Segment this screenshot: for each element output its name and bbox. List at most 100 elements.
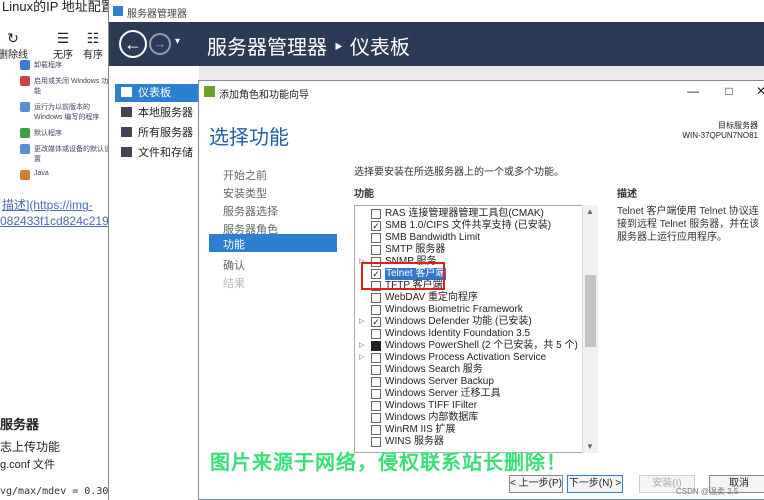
feature-checkbox[interactable]	[371, 209, 381, 219]
section-heading: 服务器	[0, 417, 40, 432]
image-link[interactable]: 描述](https://img-	[2, 196, 93, 213]
feature-item[interactable]: WebDAV 重定向程序	[355, 292, 583, 304]
program-icon	[20, 76, 30, 86]
list-item[interactable]: 启用或关闭 Windows 功能	[20, 76, 112, 96]
wizard-heading: 选择功能	[209, 127, 289, 149]
list-item[interactable]: 默认程序	[20, 128, 112, 138]
wizard-step[interactable]: 安装类型	[223, 185, 267, 201]
server-manager-titlebar: 服务器管理器	[109, 0, 764, 22]
feature-item[interactable]: ▷ Windows Process Activation Service	[355, 352, 583, 364]
image-link-2[interactable]: 082433f1cd824c2191	[0, 214, 112, 228]
expand-icon[interactable]: ▷	[359, 316, 364, 328]
program-icon	[20, 60, 30, 70]
list-item[interactable]: 更改媒体或设备的默认设置	[20, 144, 112, 164]
feature-item[interactable]: Windows Biometric Framework	[355, 304, 583, 316]
wizard-titlebar: 添加角色和功能向导	[199, 81, 764, 103]
browser-panel: Linux的IP 地址配置 ↻ 删除线 ☰ 无序 ☷ 有序 卸载程序 启用或关闭 Win…	[0, 0, 112, 500]
server-manager-sidebar: 仪表板本地服务器所有服务器文件和存储	[109, 66, 199, 500]
list-item[interactable]: 运行为以前版本的 Windows 编写的程序	[20, 102, 112, 122]
add-roles-wizard: 添加角色和功能向导 — □ ✕ 选择功能 目标服务器 WIN-37QPUN7NO…	[198, 80, 764, 500]
feature-checkbox[interactable]	[371, 413, 381, 423]
feature-item[interactable]: SMB Bandwidth Limit	[355, 232, 583, 244]
program-icon	[20, 102, 30, 112]
feature-checkbox[interactable]	[371, 245, 381, 255]
strikethrough-button[interactable]: ↻ 删除线	[0, 30, 30, 61]
feature-checkbox[interactable]	[371, 305, 381, 315]
wizard-step[interactable]: 功能	[209, 234, 337, 252]
feature-item[interactable]: ▷ ✓ Windows Defender 功能 (已安装)	[355, 316, 583, 328]
feature-item[interactable]: Windows 内部数据库	[355, 412, 583, 424]
restore-icon: ↻	[7, 30, 19, 46]
control-panel-list: 卸载程序启用或关闭 Windows 功能 运行为以前版本的 Windows 编写的…	[20, 60, 112, 186]
scroll-up-icon[interactable]: ▲	[586, 207, 594, 216]
arrow-right-icon: →	[153, 36, 167, 51]
feature-checkbox[interactable]	[371, 353, 381, 363]
maximize-button[interactable]: □	[721, 84, 737, 98]
back-button[interactable]: ←	[119, 30, 147, 58]
target-server-name: WIN-37QPUN7NO81	[682, 131, 758, 140]
list-item[interactable]: Java	[20, 170, 112, 180]
feature-checkbox[interactable]	[371, 389, 381, 399]
feature-checkbox[interactable]	[371, 329, 381, 339]
list-icon: ☰	[56, 30, 70, 46]
body-text: g.conf 文件	[0, 459, 56, 471]
program-icon	[20, 144, 30, 154]
scroll-down-icon[interactable]: ▼	[586, 442, 594, 451]
feature-item[interactable]: RAS 连接管理器管理工具包(CMAK)	[355, 208, 583, 220]
feature-item[interactable]: ▷ Windows PowerShell (2 个已安装，共 5 个)	[355, 340, 583, 352]
feature-checkbox[interactable]	[371, 425, 381, 435]
feature-checkbox[interactable]: ✓	[371, 221, 381, 231]
wizard-step[interactable]: 服务器选择	[223, 203, 278, 219]
feature-checkbox[interactable]	[371, 293, 381, 303]
next-button[interactable]: 下一步(N) >	[567, 475, 623, 493]
feature-item[interactable]: ✓ SMB 1.0/CIFS 文件共享支持 (已安装)	[355, 220, 583, 232]
features-label: 功能	[354, 189, 374, 200]
ordered-list-button[interactable]: ☷ 有序	[76, 30, 110, 61]
nav-icon	[121, 87, 132, 97]
feature-item[interactable]: Windows Identity Foundation 3.5	[355, 328, 583, 340]
feature-checkbox[interactable]	[371, 233, 381, 243]
history-dropdown[interactable]: ▾	[175, 36, 180, 47]
feature-checkbox[interactable]: ✓	[371, 317, 381, 327]
nav-icon	[121, 147, 132, 157]
feature-checkbox[interactable]	[371, 365, 381, 375]
wizard-step[interactable]: 开始之前	[223, 167, 267, 183]
features-scrollbar[interactable]: ▲ ▼	[582, 205, 598, 453]
program-icon	[20, 170, 30, 180]
feature-item[interactable]: Windows Server Backup	[355, 376, 583, 388]
instruction-text: 选择要安装在所选服务器上的一个或多个功能。	[354, 167, 564, 178]
feature-item[interactable]: SMTP 服务器	[355, 244, 583, 256]
expand-icon[interactable]: ▷	[359, 340, 364, 352]
feature-item[interactable]: Windows Server 迁移工具	[355, 388, 583, 400]
wizard-step[interactable]: 结果	[223, 275, 245, 291]
feature-item[interactable]: WinRM IIS 扩展	[355, 424, 583, 436]
target-server-label: 目标服务器	[718, 121, 758, 130]
ordered-list-icon: ☷	[86, 30, 100, 46]
sidebar-item-3[interactable]: 文件和存储	[121, 144, 193, 162]
code-line: vg/max/mdev = 0.309/0	[0, 486, 112, 497]
previous-button[interactable]: < 上一步(P)	[509, 475, 563, 493]
expand-icon[interactable]: ▷	[359, 352, 364, 364]
list-item[interactable]: 卸载程序	[20, 60, 112, 70]
feature-checkbox[interactable]	[371, 401, 381, 411]
forward-button[interactable]: →	[149, 33, 171, 55]
wizard-step[interactable]: 确认	[223, 257, 245, 273]
program-icon	[20, 128, 30, 138]
scroll-thumb[interactable]	[585, 275, 596, 347]
feature-item[interactable]: Windows Search 服务	[355, 364, 583, 376]
highlight-box	[361, 262, 445, 290]
minimize-button[interactable]: —	[685, 84, 701, 98]
feature-item[interactable]: Windows TIFF IFilter	[355, 400, 583, 412]
feature-checkbox[interactable]	[371, 377, 381, 387]
close-button[interactable]: ✕	[753, 84, 764, 98]
sidebar-item-1[interactable]: 本地服务器	[121, 104, 193, 122]
unordered-list-button[interactable]: ☰ 无序	[46, 30, 80, 61]
wizard-icon	[204, 86, 215, 97]
sidebar-item-0[interactable]: 仪表板	[115, 84, 199, 102]
description-label: 描述	[617, 189, 637, 200]
features-list[interactable]: RAS 连接管理器管理工具包(CMAK) ✓ SMB 1.0/CIFS 文件共享支持…	[354, 205, 598, 453]
breadcrumb: 服务器管理器 ‣ 仪表板	[207, 37, 410, 59]
feature-checkbox[interactable]	[371, 341, 381, 351]
server-manager-header: ← → ▾ 服务器管理器 ‣ 仪表板	[109, 22, 764, 66]
sidebar-item-2[interactable]: 所有服务器	[121, 124, 193, 142]
